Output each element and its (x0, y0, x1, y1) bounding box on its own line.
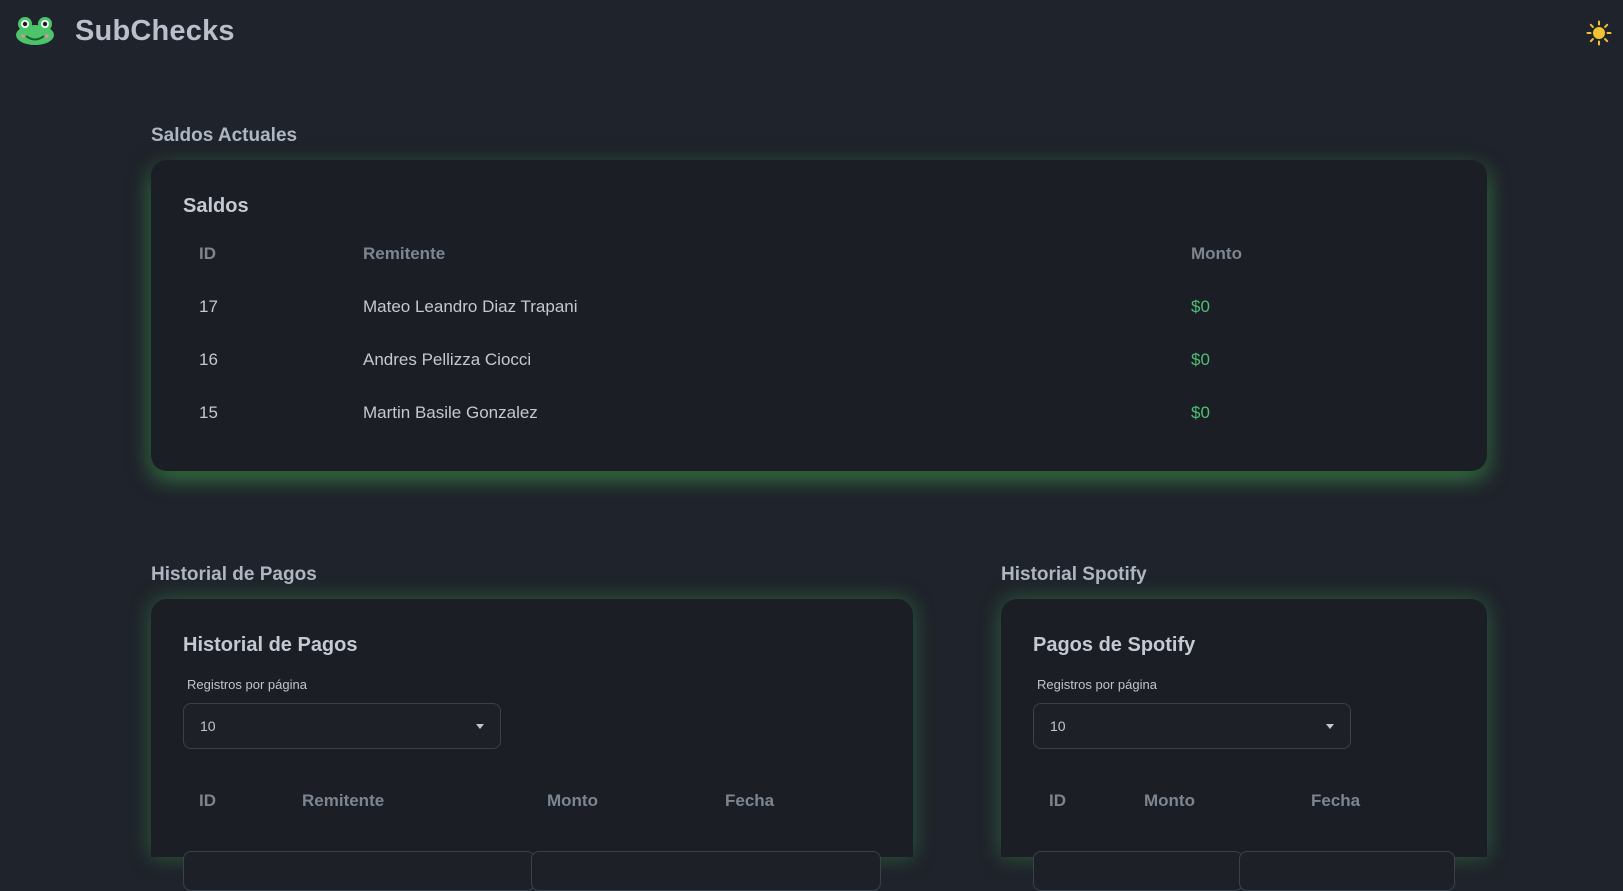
column-header-monto[interactable]: Monto (1144, 791, 1195, 811)
per-page-label: Registros por página (1037, 677, 1157, 692)
column-header-monto[interactable]: Monto (1191, 244, 1242, 264)
column-header-fecha[interactable]: Fecha (725, 791, 774, 811)
section-title-historial-spotify: Historial Spotify (1001, 564, 1147, 585)
column-header-fecha[interactable]: Fecha (1311, 791, 1360, 811)
filter-input-left[interactable] (183, 851, 535, 891)
cell-remitente: Martin Basile Gonzalez (363, 403, 538, 422)
per-page-label: Registros por página (187, 677, 307, 692)
app-header: SubChecks (0, 0, 1623, 66)
chevron-down-icon (1326, 724, 1334, 729)
per-page-select-value: 10 (200, 718, 216, 734)
section-title-saldos: Saldos Actuales (151, 125, 298, 146)
historial-pagos-card: Historial de Pagos Registros por página … (151, 599, 913, 891)
historial-pagos-card-title: Historial de Pagos (183, 634, 358, 656)
cell-remitente: Andres Pellizza Ciocci (363, 350, 532, 369)
chevron-down-icon (476, 724, 484, 729)
per-page-select[interactable]: 10 (1033, 703, 1351, 749)
cell-id: 16 (199, 350, 218, 369)
historial-spotify-card: Pagos de Spotify Registros por página 10… (1001, 599, 1487, 891)
cell-monto: $0 (1191, 350, 1210, 369)
column-header-id[interactable]: ID (199, 244, 216, 264)
saldos-card: Saldos ID Remitente Monto 17 Mateo Leand… (151, 160, 1487, 471)
section-title-historial-pagos: Historial de Pagos (151, 564, 317, 585)
sun-icon[interactable] (1586, 20, 1612, 46)
column-header-monto[interactable]: Monto (547, 791, 598, 811)
filter-input-right[interactable] (531, 851, 881, 891)
filter-input-right[interactable] (1239, 851, 1455, 891)
filter-input-left[interactable] (1033, 851, 1243, 891)
column-header-id[interactable]: ID (199, 791, 216, 811)
cell-id: 15 (199, 403, 218, 422)
column-header-remitente[interactable]: Remitente (302, 791, 384, 811)
frog-icon (16, 17, 54, 45)
cell-remitente: Mateo Leandro Diaz Trapani (363, 297, 578, 316)
saldos-card-title: Saldos (183, 195, 249, 217)
column-header-id[interactable]: ID (1049, 791, 1066, 811)
column-header-remitente[interactable]: Remitente (363, 244, 445, 264)
spotify-card-title: Pagos de Spotify (1033, 634, 1196, 656)
app-title[interactable]: SubChecks (75, 15, 235, 48)
cell-monto: $0 (1191, 403, 1210, 422)
per-page-select-value: 10 (1050, 718, 1066, 734)
cell-id: 17 (199, 297, 218, 316)
cell-monto: $0 (1191, 297, 1210, 316)
per-page-select[interactable]: 10 (183, 703, 501, 749)
